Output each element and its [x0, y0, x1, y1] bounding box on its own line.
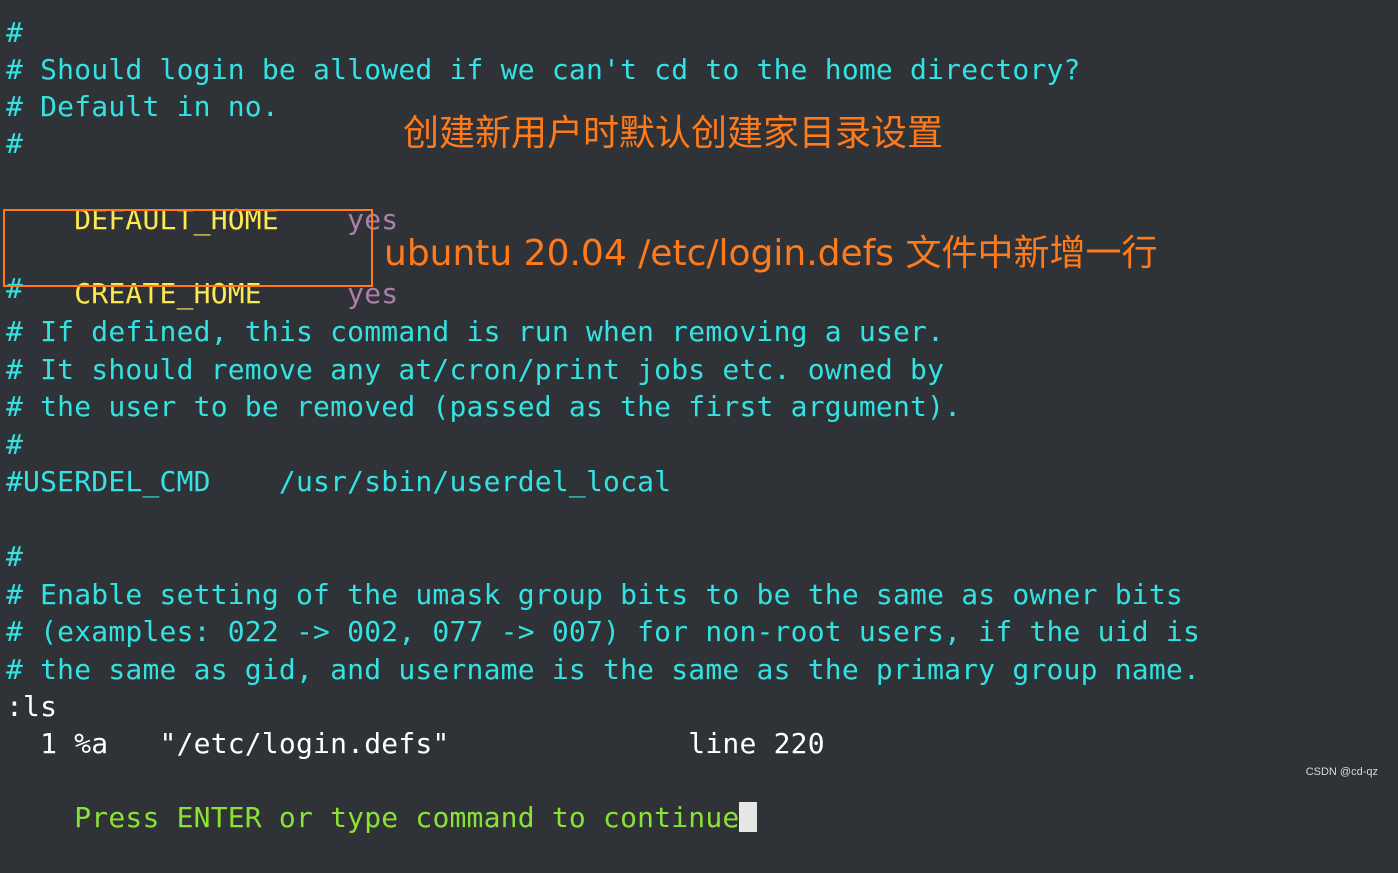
command-line: :ls [6, 690, 58, 723]
comment-line: # the same as gid, and username is the s… [6, 653, 1201, 686]
comment-line: # (examples: 022 -> 002, 077 -> 007) for… [6, 615, 1201, 648]
comment-line: #USERDEL_CMD /usr/sbin/userdel_local [6, 465, 672, 498]
text-cursor [739, 802, 758, 832]
continue-prompt-text: Press ENTER or type command to continue [74, 801, 740, 834]
comment-line: # Default in no. [6, 90, 279, 123]
comment-line: # It should remove any at/cron/print job… [6, 353, 945, 386]
annotation-note: ubuntu 20.04 /etc/login.defs 文件中新增一行 [384, 233, 1158, 274]
comment-line: # [6, 16, 24, 49]
comment-line: # the user to be removed (passed as the … [6, 390, 962, 423]
comment-line: # [6, 428, 24, 461]
comment-line: # Enable setting of the umask group bits… [6, 578, 1183, 611]
watermark: CSDN @cd-qz [1305, 766, 1378, 778]
comment-line: # Should login be allowed if we can't cd… [6, 53, 1081, 86]
comment-line: # [6, 540, 24, 573]
vim-terminal-window[interactable]: # # Should login be allowed if we can't … [0, 0, 1398, 834]
comment-line: # [6, 127, 24, 160]
comment-line: # If defined, this command is run when r… [6, 315, 945, 348]
config-line-default-home: DEFAULT_HOME yes [6, 164, 398, 236]
buffer-list-line: 1 %a "/etc/login.defs" line 220 [6, 727, 825, 760]
continue-prompt[interactable]: Press ENTER or type command to continue [6, 762, 758, 834]
highlight-box [3, 209, 373, 287]
annotation-title: 创建新用户时默认创建家目录设置 [403, 113, 944, 154]
